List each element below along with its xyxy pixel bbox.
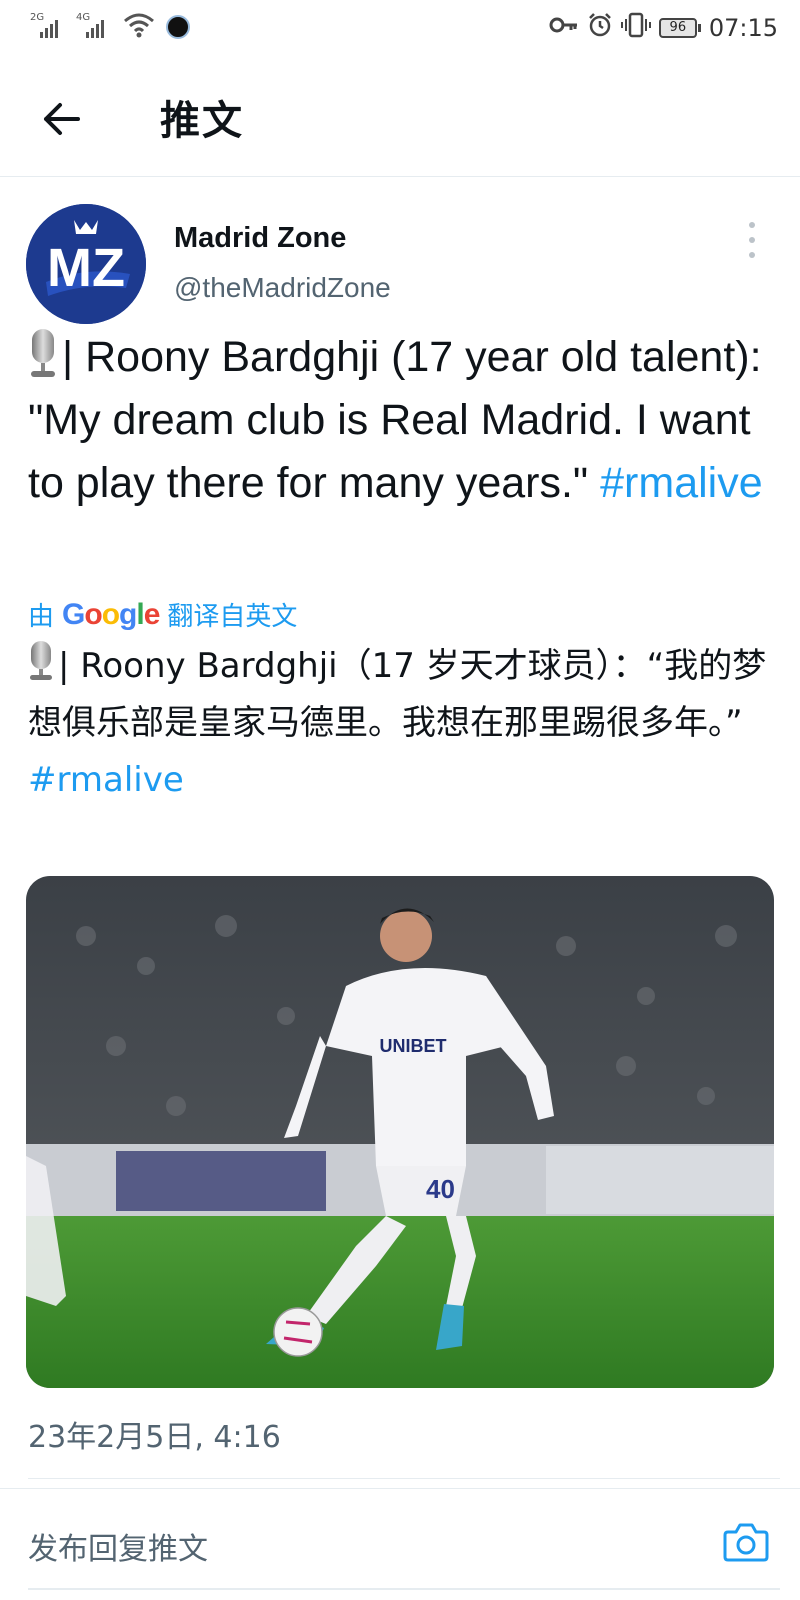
battery-icon: 96 [658, 17, 701, 38]
translated-text-body: | Roony Bardghji（17 岁天才球员）：“我的梦想俱乐部是皇家马德… [28, 646, 767, 743]
battery-level: 96 [658, 17, 697, 38]
tweet-timestamp: 23年2月5日, 4:16 [28, 1420, 281, 1455]
google-logo: Google [62, 597, 160, 631]
vibrate-icon [620, 12, 651, 43]
tweet-text: | Roony Bardghji (17 year old talent): "… [28, 326, 768, 515]
jersey-sponsor-text: UNIBET [380, 1036, 447, 1056]
translation-attribution[interactable]: 由 Google 翻译自英文 [28, 596, 297, 633]
avatar-monogram: MZ [47, 238, 125, 298]
author-handle[interactable]: @theMadridZone [174, 272, 391, 304]
camera-icon [723, 1523, 769, 1562]
clock: 07:15 [708, 13, 778, 42]
shorts-number: 40 [426, 1174, 455, 1204]
reply-underline [28, 1588, 780, 1590]
more-dots-icon [749, 222, 755, 228]
translated-tweet-text: | Roony Bardghji（17 岁天才球员）：“我的梦想俱乐部是皇家马德… [28, 638, 778, 809]
divider [28, 1478, 780, 1479]
translate-suffix: 翻译自英文 [167, 601, 298, 631]
author-name[interactable]: Madrid Zone [174, 222, 346, 255]
divider-full [0, 1488, 800, 1489]
status-bar: 2G 4G 96 07:15 [0, 0, 800, 56]
reply-input[interactable]: 发布回复推文 [28, 1524, 208, 1568]
tweet-photo[interactable]: UNIBET 40 [26, 876, 774, 1388]
microphone-icon [28, 327, 58, 379]
cellular-signal-icon-2: 4G [76, 10, 112, 40]
hashtag-link[interactable]: #rmalive [600, 459, 763, 507]
top-app-bar: 推文 [0, 60, 800, 177]
recording-indicator-icon [166, 15, 190, 39]
back-button[interactable] [38, 94, 88, 144]
camera-button[interactable] [722, 1520, 770, 1564]
cellular-signal-icon: 2G [30, 10, 66, 40]
key-icon [549, 15, 579, 40]
alarm-icon [587, 12, 613, 43]
translate-prefix: 由 [28, 601, 55, 631]
wifi-icon [122, 10, 156, 40]
hashtag-link-2[interactable]: #rmalive [28, 760, 184, 800]
avatar[interactable]: MZ [26, 204, 146, 324]
page-title: 推文 [160, 98, 244, 144]
microphone-icon-2 [28, 639, 54, 683]
more-options-button[interactable] [744, 222, 760, 258]
arrow-left-icon [44, 103, 80, 135]
